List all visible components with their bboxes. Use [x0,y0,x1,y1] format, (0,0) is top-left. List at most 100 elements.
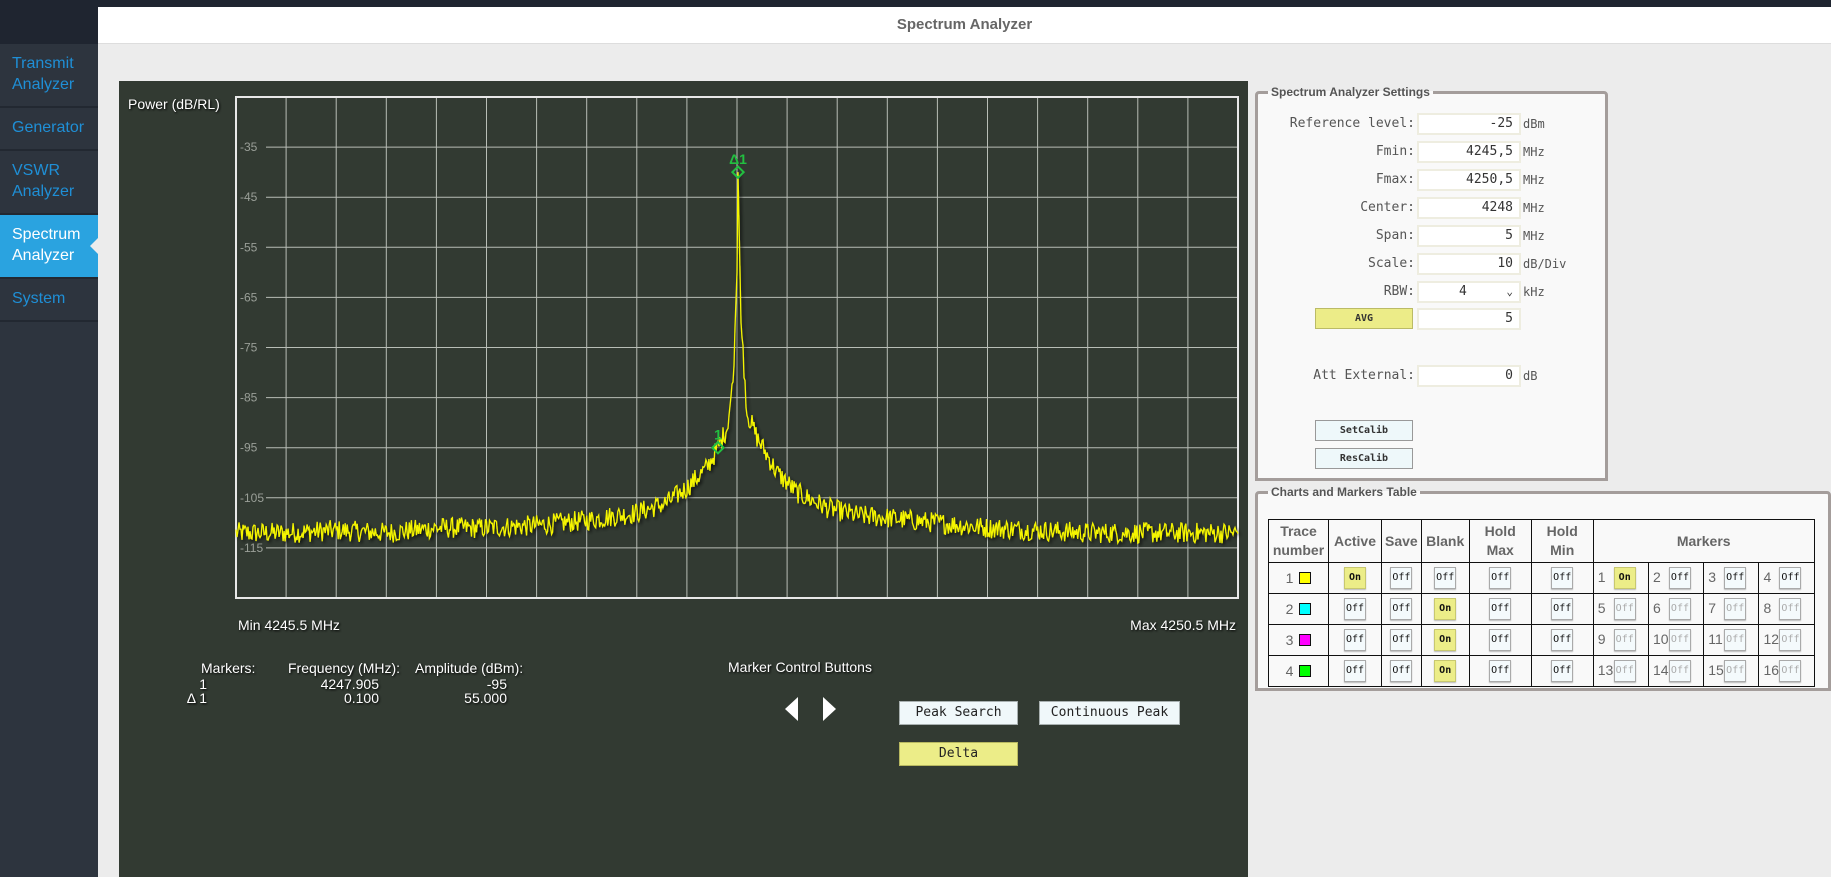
trace-color-swatch [1299,603,1312,615]
blank-toggle[interactable]: On [1434,629,1457,651]
active-toggle[interactable]: Off [1344,660,1366,682]
active-toggle[interactable]: On [1344,567,1366,589]
hold-min-toggle[interactable]: Off [1551,567,1574,589]
delta-readout-freq: 0.100 [343,690,379,706]
amplitude-header: Amplitude (dBm): [415,660,524,676]
sidebar-item-spectrum-analyzer[interactable]: Spectrum Analyzer [0,215,98,279]
marker-toggle[interactable]: Off [1724,629,1747,651]
hold-min-toggle[interactable]: Off [1551,660,1574,682]
marker-number: 3 [1708,568,1716,585]
sidebar: Transmit Analyzer Generator VSWR Analyze… [0,7,98,877]
rbw-row: RBW: [1270,281,1415,303]
setting-input[interactable]: 4248 [1417,197,1521,219]
setting-row: Fmin: [1270,141,1415,163]
chart-panel: -35 -45 -55 -65 -75 -85 -95 -105 -115 1 Δ1 Power (… [119,81,1248,877]
trace-number: 2 [1285,601,1294,617]
marker-toggle[interactable]: Off [1779,660,1802,682]
peak-search-button[interactable]: Peak Search [899,701,1018,725]
sidebar-item-vswr-analyzer[interactable]: VSWR Analyzer [0,151,98,215]
marker-toggle[interactable]: Off [1779,567,1802,589]
trace-number-cell: 1 [1268,562,1329,594]
sidebar-item-transmit-analyzer[interactable]: Transmit Analyzer [0,44,98,108]
save-toggle[interactable]: Off [1390,629,1413,651]
cell-blank: On [1420,593,1470,625]
delta-button[interactable]: Delta [899,742,1018,766]
setting-input[interactable]: 10 [1417,253,1521,275]
marker-toggle[interactable]: On [1613,567,1636,589]
setting-row: Center: [1270,197,1415,219]
th-markers: Markers [1592,519,1815,563]
marker-cell: 11 Off [1703,624,1760,656]
marker-toggle[interactable]: Off [1724,567,1747,589]
markers-table-panel: Charts and Markers Table Trace number Ac… [1255,485,1831,691]
cell-hold-max: Off [1468,624,1532,656]
th-active: Active [1328,519,1382,563]
marker-toggle[interactable]: Off [1668,598,1691,620]
set-calib-button[interactable]: SetCalib [1315,420,1413,441]
marker-toggle[interactable]: Off [1779,629,1802,651]
save-toggle[interactable]: Off [1390,567,1413,589]
blank-toggle[interactable]: On [1434,598,1457,620]
blank-toggle[interactable]: Off [1434,567,1457,589]
cell-hold-min: Off [1530,624,1594,656]
save-toggle[interactable]: Off [1390,598,1413,620]
att-input[interactable]: 0 [1417,365,1521,387]
hold-min-toggle[interactable]: Off [1551,629,1574,651]
marker-number: 7 [1708,599,1716,616]
spectrum-chart[interactable]: -35 -45 -55 -65 -75 -85 -95 -105 -115 1 Δ1 [119,81,1248,611]
marker-toggle[interactable]: Off [1613,629,1636,651]
save-toggle[interactable]: Off [1390,660,1413,682]
avg-input[interactable]: 5 [1417,308,1521,330]
marker-right-arrow-icon[interactable] [823,697,836,721]
cell-hold-min: Off [1530,655,1594,687]
active-toggle[interactable]: Off [1344,629,1366,651]
th-hold-max: Hold Max [1468,519,1532,563]
marker-toggle[interactable]: Off [1724,660,1747,682]
marker-toggle[interactable]: Off [1613,598,1636,620]
hold-max-toggle[interactable]: Off [1489,567,1512,589]
hold-max-toggle[interactable]: Off [1489,660,1512,682]
marker-toggle[interactable]: Off [1724,598,1747,620]
setting-unit: MHz [1523,201,1545,215]
cell-active: On [1328,562,1382,594]
marker-number: 1 [1597,568,1606,585]
th-trace-number: Trace number [1268,519,1329,563]
avg-button[interactable]: AVG [1315,308,1413,329]
marker-cell: 15 Off [1703,655,1760,687]
rbw-value: 4 [1459,284,1467,299]
marker-toggle[interactable]: Off [1779,598,1802,620]
marker-toggle[interactable]: Off [1668,660,1691,682]
cell-save: Off [1381,655,1422,687]
res-calib-button[interactable]: ResCalib [1315,448,1413,469]
active-toggle[interactable]: Off [1344,598,1366,620]
setting-input[interactable]: 4250,5 [1417,169,1521,191]
hold-max-toggle[interactable]: Off [1489,598,1512,620]
trace-number-cell: 4 [1268,655,1329,687]
setting-input[interactable]: 5 [1417,225,1521,247]
marker-toggle[interactable]: Off [1613,660,1636,682]
setting-input[interactable]: -25 [1417,113,1521,135]
marker-left-arrow-icon[interactable] [785,697,798,721]
cell-blank: On [1420,655,1470,687]
hold-min-toggle[interactable]: Off [1551,598,1574,620]
y-tick-label: -85 [240,391,258,405]
max-frequency-label: Max 4250.5 MHz [1130,617,1236,633]
y-tick-label: -55 [240,240,258,254]
continuous-peak-button[interactable]: Continuous Peak [1039,701,1180,725]
trace-number: 4 [1285,663,1294,679]
blank-toggle[interactable]: On [1434,660,1457,682]
setting-unit: MHz [1523,229,1545,243]
cell-hold-max: Off [1468,562,1532,594]
sidebar-item-generator[interactable]: Generator [0,108,98,151]
marker-cell: 9 Off [1592,624,1649,656]
rbw-select[interactable]: 4 ⌄ [1417,281,1521,303]
setting-input[interactable]: 4245,5 [1417,141,1521,163]
marker-number: 2 [1652,568,1661,585]
marker-cell: 16 Off [1758,655,1815,687]
marker-toggle[interactable]: Off [1668,629,1691,651]
delta-readout-amp: 55.000 [464,690,507,706]
sidebar-item-system[interactable]: System [0,279,98,322]
hold-max-toggle[interactable]: Off [1489,629,1512,651]
setting-label: Scale: [1368,256,1415,271]
marker-toggle[interactable]: Off [1668,567,1691,589]
